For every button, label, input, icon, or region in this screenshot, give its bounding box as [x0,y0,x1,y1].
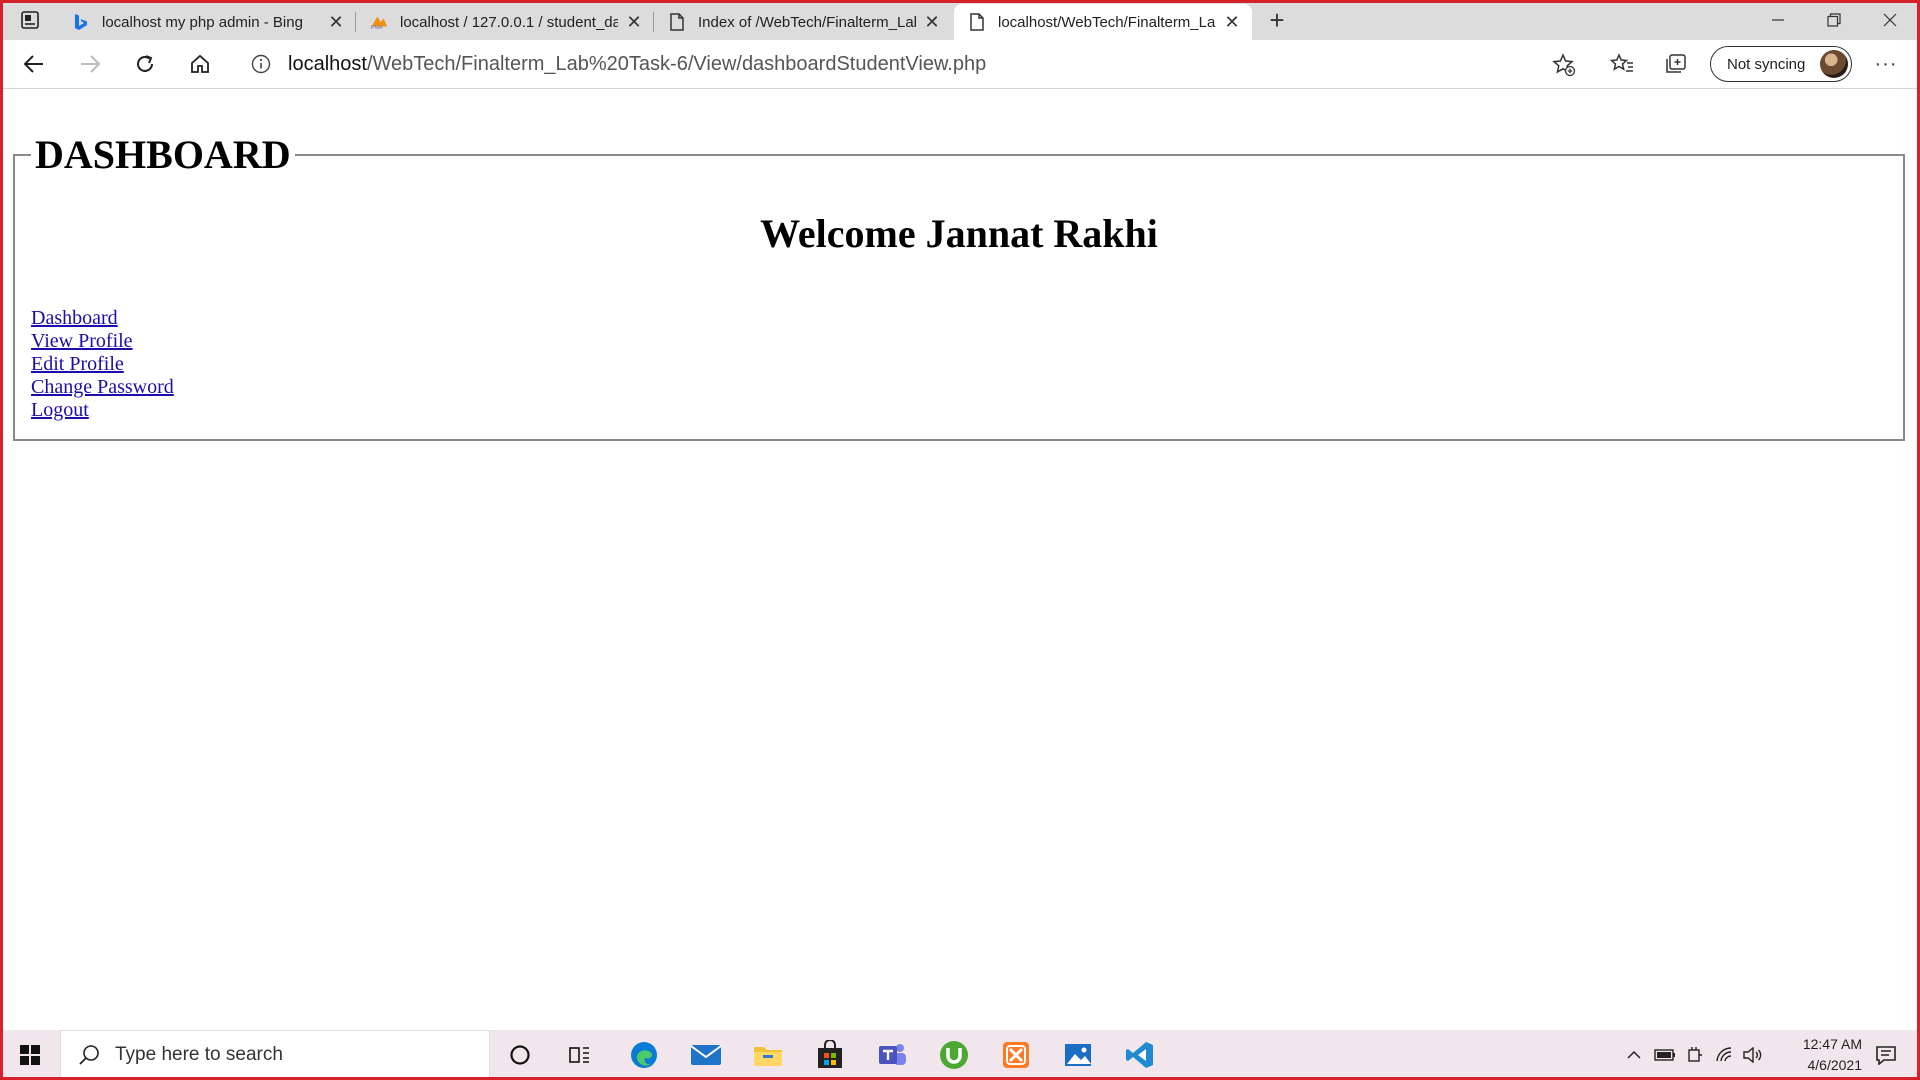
close-window-button[interactable] [1862,0,1918,40]
favorites-button[interactable] [1602,48,1642,80]
url-host: localhost [288,52,367,75]
new-tab-button[interactable]: + [1262,5,1292,35]
taskbar-search[interactable]: Type here to search [60,1030,490,1080]
more-dots-icon: ··· [1874,52,1898,75]
back-arrow-icon [23,55,43,73]
page-icon [668,13,686,31]
address-bar[interactable]: localhost/WebTech/Finalterm_Lab%20Task-6… [236,45,1586,83]
page-content: DASHBOARD Welcome Jannat Rakhi Dashboard… [0,89,1920,1030]
utorrent-icon[interactable] [936,1038,972,1072]
photos-icon[interactable] [1060,1038,1096,1072]
tab-phpmyadmin[interactable]: PMA localhost / 127.0.0.1 / student_da ✕ [356,4,654,40]
mail-icon[interactable] [688,1038,724,1072]
add-favorite-icon[interactable] [1552,53,1576,77]
link-edit-profile[interactable]: Edit Profile [31,353,1887,376]
bing-icon [72,13,90,31]
dashboard-fieldset: DASHBOARD Welcome Jannat Rakhi Dashboard… [13,131,1905,441]
wifi-icon[interactable] [1712,1030,1738,1080]
notifications-button[interactable] [1866,1030,1906,1080]
chevron-up-icon [1627,1050,1641,1059]
link-logout[interactable]: Logout [31,399,1887,422]
clock-date: 4/6/2021 [1807,1057,1863,1073]
close-tab-icon[interactable]: ✕ [922,12,942,32]
page-icon [968,13,986,31]
link-view-profile[interactable]: View Profile [31,330,1887,353]
favorites-icon [1610,53,1633,72]
tab-title: localhost my php admin - Bing [102,13,303,31]
home-button[interactable] [180,48,220,80]
collections-icon [1666,54,1686,73]
windows-logo-icon [20,1045,40,1065]
search-placeholder: Type here to search [115,1044,283,1065]
notification-center-icon [1876,1046,1896,1065]
tab-title: localhost/WebTech/Finalterm_Lab [998,13,1216,31]
vscode-icon[interactable] [1122,1038,1158,1072]
battery-icon[interactable] [1652,1030,1678,1080]
search-icon [79,1045,99,1065]
tab-actions-icon [21,11,39,29]
store-icon[interactable] [812,1038,848,1072]
svg-text:PMA: PMA [371,25,383,31]
start-button[interactable] [10,1030,50,1080]
teams-icon[interactable] [874,1038,910,1072]
close-tab-icon[interactable]: ✕ [326,12,346,32]
dashboard-nav: Dashboard View Profile Edit Profile Chan… [31,307,1887,422]
settings-more-button[interactable]: ··· [1866,48,1906,80]
avatar [1820,50,1848,78]
close-tab-icon[interactable]: ✕ [1222,12,1242,32]
close-icon [1883,13,1897,27]
tab-index-of[interactable]: Index of /WebTech/Finalterm_Lab ✕ [654,4,952,40]
minimize-button[interactable] [1750,0,1806,40]
restore-button[interactable] [1806,0,1862,40]
welcome-heading: Welcome Jannat Rakhi [760,211,1158,256]
sync-status-label: Not syncing [1727,55,1806,73]
xampp-icon[interactable] [998,1038,1034,1072]
tab-title: localhost / 127.0.0.1 / student_da [400,13,618,31]
page-title: DASHBOARD [35,132,291,177]
edge-icon[interactable] [626,1038,662,1072]
forward-button[interactable] [70,48,110,80]
minimize-icon [1772,19,1784,21]
tab-strip: localhost my php admin - Bing ✕ PMA loca… [0,0,1920,40]
system-clock[interactable]: 12:47 AM 4/6/2021 [1762,1034,1862,1076]
close-tab-icon[interactable]: ✕ [624,12,644,32]
url-path: /WebTech/Finalterm_Lab%20Task-6/View/das… [366,52,987,75]
show-hidden-icons-button[interactable] [1622,1030,1646,1080]
refresh-icon [137,55,153,72]
tab-active[interactable]: localhost/WebTech/Finalterm_Lab ✕ [954,4,1252,40]
tab-title: Index of /WebTech/Finalterm_Lab [698,13,916,31]
forward-arrow-icon [81,55,101,73]
profile-sync-button[interactable]: Not syncing [1710,46,1852,82]
restore-icon [1827,13,1841,27]
file-explorer-icon[interactable] [750,1038,786,1072]
tab-actions-button[interactable] [12,6,48,34]
cortana-icon[interactable] [502,1038,538,1072]
refresh-button[interactable] [125,48,165,80]
taskbar: Type here to search 12:47 AM 4/6/2021 [0,1030,1920,1080]
link-change-password[interactable]: Change Password [31,376,1887,399]
navigation-bar: localhost/WebTech/Finalterm_Lab%20Task-6… [0,40,1920,89]
link-dashboard[interactable]: Dashboard [31,307,1887,330]
phpmyadmin-icon: PMA [370,13,388,31]
clock-time: 12:47 AM [1802,1036,1862,1052]
device-icon[interactable] [1682,1030,1708,1080]
back-button[interactable] [14,48,54,80]
site-info-icon[interactable] [250,53,272,75]
home-icon [191,54,209,73]
task-view-icon[interactable] [562,1038,598,1072]
tab-bing[interactable]: localhost my php admin - Bing ✕ [58,4,356,40]
collections-button[interactable] [1656,48,1696,80]
